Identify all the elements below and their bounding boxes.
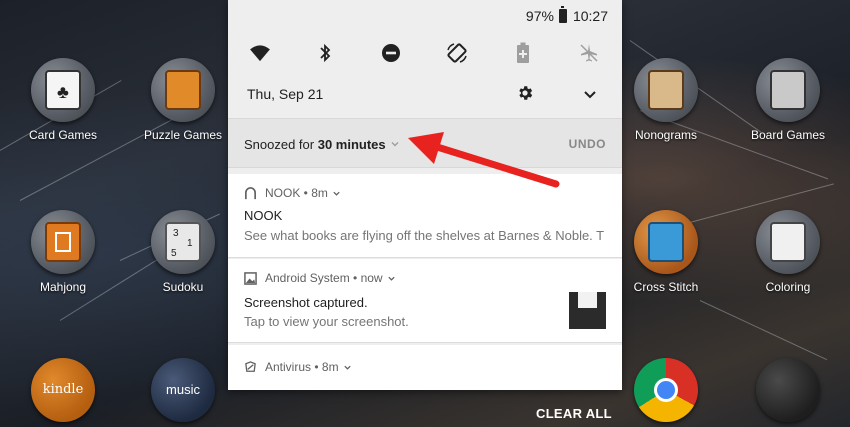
nook-icon bbox=[245, 186, 256, 199]
app-coloring[interactable]: Coloring bbox=[728, 210, 848, 294]
mahjong-icon bbox=[31, 210, 95, 274]
sudoku-icon: 3 1 5 bbox=[151, 210, 215, 274]
chevron-down-icon[interactable] bbox=[387, 274, 396, 283]
undo-button[interactable]: UNDO bbox=[569, 137, 606, 151]
do-not-disturb-tile[interactable] bbox=[376, 38, 406, 68]
wifi-icon bbox=[250, 45, 270, 62]
app-label: Card Games bbox=[28, 128, 98, 142]
separator-dot: • bbox=[349, 271, 361, 285]
app-chrome[interactable] bbox=[606, 358, 726, 422]
app-label: Board Games bbox=[750, 128, 826, 142]
notification-app-name: NOOK bbox=[265, 186, 301, 200]
notification-time: 8m bbox=[321, 360, 339, 374]
app-label: Sudoku bbox=[162, 280, 204, 294]
date-label: Thu, Sep 21 bbox=[247, 86, 324, 102]
music-wordmark: music bbox=[166, 382, 200, 397]
app-label: Puzzle Games bbox=[143, 128, 223, 142]
airplane-mode-tile[interactable] bbox=[574, 38, 604, 68]
notification-android-system[interactable]: Android System • now Screenshot captured… bbox=[228, 259, 622, 343]
evernote-icon bbox=[756, 358, 820, 422]
card-games-icon: ♣ bbox=[31, 58, 95, 122]
app-evernote[interactable] bbox=[728, 358, 848, 422]
notification-shade: 97% 10:27 Thu, Sep 21 Snoozed for 30 min… bbox=[228, 0, 622, 390]
app-label: Cross Stitch bbox=[633, 280, 699, 294]
status-bar: 97% 10:27 bbox=[525, 6, 608, 24]
app-nonograms[interactable]: Nonograms bbox=[606, 58, 726, 142]
notification-time: now bbox=[360, 271, 383, 285]
notification-app-name: Android System bbox=[265, 271, 350, 285]
bluetooth-tile[interactable] bbox=[310, 38, 340, 68]
annotation-arrow bbox=[408, 132, 560, 188]
airplane-mode-icon bbox=[580, 44, 598, 62]
notification-app-name: Antivirus bbox=[265, 360, 312, 374]
battery-percent: 97% bbox=[525, 8, 554, 24]
app-board-games[interactable]: Board Games bbox=[728, 58, 848, 142]
kindle-wordmark: kindle bbox=[42, 382, 84, 397]
app-music[interactable]: music bbox=[123, 358, 243, 422]
nonograms-icon bbox=[634, 58, 698, 122]
clock: 10:27 bbox=[572, 8, 608, 24]
auto-rotate-icon bbox=[447, 43, 467, 63]
separator-dot: • bbox=[300, 186, 312, 200]
notification-body: See what books are flying off the shelve… bbox=[244, 228, 605, 243]
wifi-tile[interactable] bbox=[245, 38, 275, 68]
screenshot-thumbnail[interactable] bbox=[569, 292, 606, 329]
battery-saver-icon bbox=[517, 42, 529, 63]
cross-stitch-icon bbox=[634, 210, 698, 274]
notification-header: Antivirus • 8m bbox=[244, 360, 352, 374]
battery-saver-tile[interactable] bbox=[508, 38, 538, 68]
snooze-duration[interactable]: 30 minutes bbox=[318, 137, 386, 152]
clear-all-button[interactable]: CLEAR ALL bbox=[536, 406, 612, 421]
app-label: Nonograms bbox=[634, 128, 698, 142]
app-mahjong[interactable]: Mahjong bbox=[3, 210, 123, 294]
notification-header: NOOK • 8m bbox=[244, 186, 341, 200]
app-label: Coloring bbox=[765, 280, 811, 294]
separator-dot: • bbox=[311, 360, 322, 374]
app-sudoku[interactable]: 3 1 5 Sudoku bbox=[123, 210, 243, 294]
bluetooth-icon bbox=[320, 43, 331, 63]
app-kindle[interactable]: kindle bbox=[3, 358, 123, 422]
notification-time: 8m bbox=[311, 186, 328, 200]
notification-title: NOOK bbox=[244, 208, 283, 223]
app-card-games[interactable]: ♣ Card Games bbox=[3, 58, 123, 142]
board-games-icon bbox=[756, 58, 820, 122]
chevron-down-icon[interactable] bbox=[582, 86, 598, 102]
chevron-down-icon[interactable] bbox=[343, 363, 352, 372]
snooze-message: Snoozed for 30 minutes bbox=[244, 137, 386, 152]
music-icon: music bbox=[151, 358, 215, 422]
notification-header: Android System • now bbox=[244, 271, 396, 285]
snooze-prefix: Snoozed for bbox=[244, 137, 318, 152]
auto-rotate-tile[interactable] bbox=[442, 38, 472, 68]
battery-icon bbox=[558, 6, 567, 23]
chevron-down-icon[interactable] bbox=[390, 139, 400, 149]
kindle-icon: kindle bbox=[31, 358, 95, 422]
app-cross-stitch[interactable]: Cross Stitch bbox=[606, 210, 726, 294]
antivirus-icon bbox=[245, 360, 256, 372]
image-icon bbox=[244, 271, 257, 285]
do-not-disturb-icon bbox=[382, 44, 400, 62]
app-puzzle-games[interactable]: Puzzle Games bbox=[123, 58, 243, 142]
notification-title: Screenshot captured. bbox=[244, 295, 368, 310]
notification-antivirus[interactable]: Antivirus • 8m bbox=[228, 345, 622, 390]
coloring-icon bbox=[756, 210, 820, 274]
app-label: Mahjong bbox=[39, 280, 87, 294]
chevron-down-icon[interactable] bbox=[332, 189, 341, 198]
gear-icon[interactable] bbox=[516, 84, 534, 102]
chrome-icon bbox=[634, 358, 698, 422]
notification-body: Tap to view your screenshot. bbox=[244, 314, 409, 329]
quick-settings-row bbox=[228, 38, 622, 68]
puzzle-games-icon bbox=[151, 58, 215, 122]
